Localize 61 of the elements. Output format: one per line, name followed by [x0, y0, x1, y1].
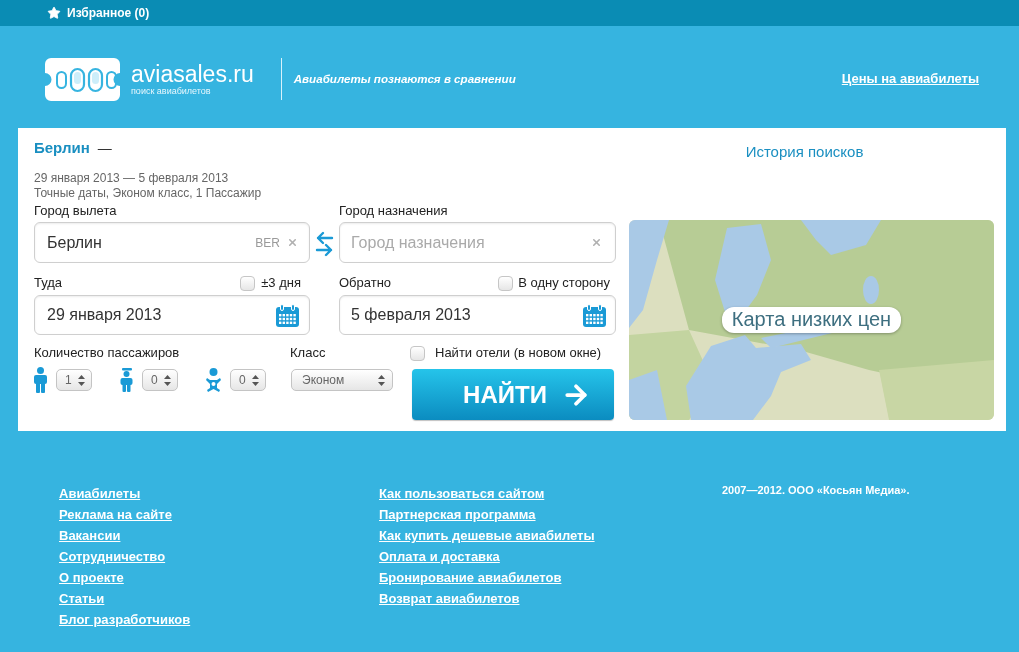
- footer-link[interactable]: Блог разработчиков: [59, 609, 191, 630]
- caret-icon: [164, 374, 171, 386]
- dates-summary: 29 января 2013 — 5 февраля 2013: [34, 171, 230, 185]
- footer-link[interactable]: Статьи: [59, 588, 105, 609]
- prices-link[interactable]: Цены на авиабилеты: [841, 69, 979, 89]
- footer-link[interactable]: Бронирование авиабилетов: [379, 567, 562, 588]
- options-summary: Точные даты, Эконом класс, 1 Пассажир: [34, 186, 263, 201]
- person-icon: [34, 367, 47, 393]
- destination-field[interactable]: Город назначения: [339, 222, 616, 263]
- count-select[interactable]: 1: [56, 369, 92, 391]
- route-separator: —: [97, 139, 112, 157]
- copyright-text: 2007—2012. ООО «Косьян Медиа».: [722, 483, 910, 498]
- child-icon: [120, 368, 133, 392]
- logo-subtitle: поиск авиабилетов: [131, 85, 212, 97]
- count-select[interactable]: 0: [142, 369, 178, 391]
- favorites-link[interactable]: Избранное (0): [67, 4, 150, 22]
- history-link[interactable]: История поисков: [745, 143, 878, 161]
- checkbox[interactable]: [410, 345, 425, 361]
- clear-icon[interactable]: [287, 237, 298, 248]
- footer-link[interactable]: Возврат авиабилетов: [379, 588, 520, 609]
- footer-link[interactable]: О проекте: [59, 567, 124, 588]
- map-drawing[interactable]: [629, 220, 994, 420]
- clear-icon[interactable]: [591, 237, 602, 248]
- footer-link[interactable]: Партнерская программа: [379, 504, 536, 525]
- class-select[interactable]: Эконом: [291, 369, 393, 391]
- origin-title: Берлин: [34, 139, 90, 157]
- search-button[interactable]: НАЙТИ: [412, 369, 614, 420]
- checkbox-label[interactable]: ±3 дня: [261, 275, 301, 291]
- checkbox[interactable]: [240, 275, 256, 291]
- footer-link[interactable]: Реклама на сайте: [59, 504, 172, 525]
- date-field[interactable]: 5 февраля 2013: [339, 295, 616, 335]
- count-select[interactable]: 0: [230, 369, 266, 391]
- footer-link[interactable]: Вакансии: [59, 525, 121, 546]
- caret-icon: [78, 374, 85, 386]
- footer-link[interactable]: Оплата и доставка: [379, 546, 500, 567]
- date-field[interactable]: 29 января 2013: [34, 295, 310, 335]
- checkbox[interactable]: [498, 275, 514, 291]
- baby-icon: [206, 368, 221, 392]
- caret-icon: [252, 374, 259, 386]
- calendar-icon[interactable]: [583, 303, 606, 327]
- star-icon: [47, 6, 61, 20]
- footer-link[interactable]: Сотрудничество: [59, 546, 166, 567]
- field-label: Количество пассажиров: [34, 345, 181, 361]
- tagline: Авиабилеты познаются в сравнении: [293, 71, 516, 88]
- swap-icon[interactable]: [315, 231, 334, 257]
- checkbox-label[interactable]: Найти отели (в новом окне): [435, 345, 602, 361]
- caret-icon: [378, 374, 385, 386]
- logo-icon[interactable]: [45, 57, 120, 101]
- footer-link[interactable]: Как пользоваться сайтом: [379, 483, 545, 504]
- footer-link[interactable]: Как купить дешевые авиабилеты: [379, 525, 595, 546]
- checkbox-label[interactable]: В одну сторону: [518, 275, 610, 291]
- footer-link[interactable]: Авиабилеты: [59, 483, 141, 504]
- calendar-icon[interactable]: [276, 303, 299, 327]
- field-label: Класс: [290, 345, 326, 361]
- logo-text[interactable]: aviasales.ru: [131, 61, 254, 86]
- field-label: Обратно: [339, 275, 392, 291]
- map-link[interactable]: Карта низких цен: [721, 307, 902, 333]
- field-label: Город вылета: [34, 203, 118, 219]
- field-label: Город назначения: [339, 203, 449, 219]
- airport-code: BER: [255, 234, 280, 252]
- field-label: Туда: [34, 275, 63, 291]
